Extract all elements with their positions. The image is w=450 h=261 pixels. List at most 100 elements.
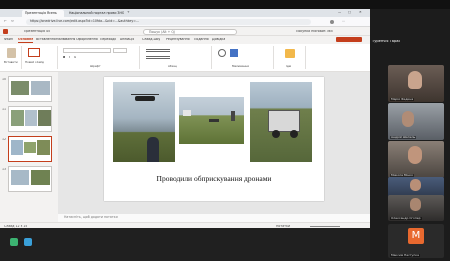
tab-home[interactable]: Основне (18, 38, 34, 43)
browser-tab-strip: Презентація Ясень Національний портал пр… (0, 9, 370, 17)
close-button[interactable]: ✕ (359, 11, 362, 14)
participant-face (402, 111, 414, 127)
maximize-button[interactable]: □ (348, 11, 351, 14)
search-input[interactable]: Пошук (Alt + Q) (143, 28, 237, 35)
paste-icon[interactable] (7, 48, 16, 58)
buy-microsoft-link[interactable]: Покупка Microsoft 365 (296, 30, 333, 33)
participant-tile[interactable]: Микола Мінко (388, 141, 444, 178)
participant-name: Максим Паступка (390, 254, 420, 257)
drone-sky-photo[interactable] (113, 82, 175, 162)
browser-tab-active[interactable]: Презентація Ясень (22, 10, 64, 17)
tab-animations[interactable]: Анімація (120, 38, 134, 41)
participant-face (410, 198, 421, 211)
browser-tab[interactable]: Національний портал призи ЗНО... (66, 10, 124, 17)
tab-draw[interactable]: Малювання (56, 38, 75, 41)
drone-shape (135, 96, 155, 101)
wheel-shape (290, 130, 298, 138)
current-slide[interactable]: Проводили обприскування дронами (104, 77, 324, 201)
address-bar-row: ← ↻ https://onedrive.live.com/edit.aspx?… (0, 17, 370, 27)
participant-face (408, 146, 422, 164)
tab-help[interactable]: Довідка (212, 38, 225, 41)
tab-review[interactable]: Рецензування (166, 38, 190, 41)
back-icon[interactable]: ← (4, 20, 7, 23)
minimize-button[interactable]: — (338, 11, 341, 14)
meeting-top-bar (0, 0, 450, 9)
document-title[interactable]: Презентація 45 (24, 30, 50, 33)
fill-icon[interactable] (230, 49, 238, 57)
tab-transitions[interactable]: Переходи (100, 38, 116, 41)
menu-icon[interactable]: ⋯ (342, 20, 345, 23)
slide-thumbnail[interactable] (8, 106, 52, 132)
presenter-name: Туренчія Тарас (372, 40, 401, 43)
new-slide-icon[interactable] (28, 48, 40, 57)
powerpoint-logo-icon (3, 29, 8, 34)
font-group: B I U Шрифт (60, 46, 140, 69)
participant-name: Марія Фединa (390, 98, 415, 101)
slide-thumbnails-pane: 10 11 12 13 (0, 72, 58, 222)
participant-name: Андрій Шапель (390, 136, 417, 139)
vehicle-shape (183, 110, 191, 116)
person-shape (147, 137, 159, 162)
present-button[interactable] (336, 37, 362, 42)
participant-tile[interactable]: Олександр Сгопер (388, 195, 444, 221)
drawing-label: Малювання (232, 65, 249, 68)
underline-icon[interactable]: U (74, 56, 76, 59)
truck-field-photo[interactable] (250, 82, 312, 162)
slide-number: 13 (2, 168, 7, 171)
tab-file[interactable]: Файл (4, 38, 13, 41)
bold-icon[interactable]: B (63, 56, 65, 59)
slide-caption[interactable]: Проводили обприскування дронами (104, 174, 324, 183)
participant-face (408, 71, 422, 89)
slide-number: 10 (2, 78, 7, 81)
app-icon[interactable] (24, 238, 32, 246)
refresh-icon[interactable]: ↻ (11, 20, 14, 23)
taskbar (0, 228, 370, 261)
participant-tile[interactable]: M Максим Паступка (388, 224, 444, 258)
app-icon[interactable] (10, 238, 18, 246)
font-label: Шрифт (90, 65, 101, 68)
slide-canvas: Проводили обприскування дронами (58, 72, 370, 222)
browser-window: Презентація Ясень Національний портал пр… (0, 9, 370, 261)
profile-icon[interactable] (330, 20, 334, 24)
tab-view[interactable]: Подання (194, 38, 209, 41)
drone-arms (131, 94, 159, 95)
clipboard-group: Вставити (2, 46, 22, 69)
slide-thumbnail[interactable] (8, 76, 52, 102)
truck-shape (268, 110, 300, 132)
tab-insert[interactable]: Вставлення (36, 38, 56, 41)
new-tab-button[interactable]: + (127, 11, 130, 14)
new-slide-label: Новий слайд (25, 61, 44, 64)
participant-face (410, 179, 421, 191)
slide-thumbnail-selected[interactable] (8, 136, 52, 162)
ribbon-tabs: Файл Основне Вставлення Малювання Оформл… (0, 36, 370, 44)
font-size-select[interactable] (113, 48, 127, 53)
paragraph-group: Абзац (142, 46, 212, 69)
designer-icon[interactable] (285, 49, 295, 58)
participant-name: Олександр Сгопер (390, 217, 422, 220)
font-name-select[interactable] (63, 48, 111, 53)
designer-group: Ідеї (276, 46, 306, 69)
field-photo[interactable] (179, 97, 244, 144)
align-icon[interactable] (146, 56, 170, 59)
italic-icon[interactable]: I (69, 56, 70, 59)
app-header: Презентація 45 Пошук (Alt + Q) Покупка M… (0, 27, 370, 36)
bullets-icon[interactable] (146, 49, 170, 52)
participant-tile[interactable]: Марія Фединa (388, 65, 444, 102)
slide-thumbnail[interactable] (8, 166, 52, 192)
participant-avatar: M (408, 228, 424, 244)
paste-label: Вставити (4, 61, 18, 64)
participant-tile[interactable]: Андрій Шапель (388, 103, 444, 140)
tab-slideshow[interactable]: Слайд-шоу (142, 38, 160, 41)
zoom-slider[interactable] (310, 225, 340, 227)
tab-design[interactable]: Оформлення (76, 38, 98, 41)
paragraph-label: Абзац (168, 65, 177, 68)
slide-number: 12 (2, 138, 7, 141)
slides-group: Новий слайд (24, 46, 58, 69)
notes-field[interactable]: Натисніть, щоб додати нотатки (58, 214, 370, 222)
ribbon: Вставити Новий слайд B I U Шрифт Абзац М… (0, 44, 370, 72)
wheel-shape (272, 130, 280, 138)
url-field[interactable]: https://onedrive.live.com/edit.aspx?id=1… (26, 19, 311, 25)
drone-on-field (209, 119, 219, 122)
designer-label: Ідеї (286, 65, 292, 68)
shapes-icon[interactable] (218, 49, 226, 57)
